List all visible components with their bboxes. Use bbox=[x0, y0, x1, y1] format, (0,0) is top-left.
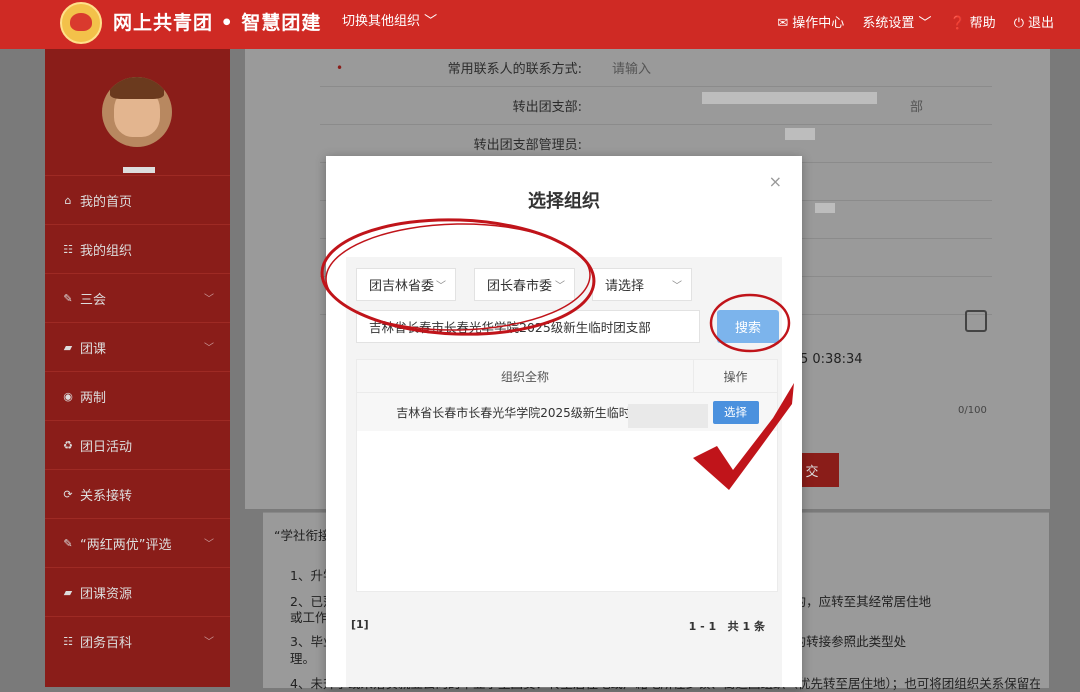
menu-help[interactable]: ❓ 帮助 bbox=[949, 12, 995, 31]
top-menu: ✉ 操作中心 系统设置 ﹀ ❓ 帮助 ⏻ 退出 bbox=[777, 12, 1054, 31]
chevron-down-icon: ﹀ bbox=[424, 14, 438, 29]
league-logo-icon bbox=[60, 2, 102, 44]
checkmark-icon bbox=[693, 383, 794, 490]
menu-label: 帮助 bbox=[969, 16, 996, 31]
highlight-circle-search bbox=[709, 293, 791, 353]
switch-org-dropdown[interactable]: 切换其他组织 ﹀ bbox=[342, 10, 437, 29]
annotation-overlay bbox=[320, 218, 794, 490]
menu-label: 系统设置 bbox=[862, 16, 915, 31]
chevron-down-icon: ﹀ bbox=[918, 16, 932, 31]
menu-logout[interactable]: ⏻ 退出 bbox=[1014, 12, 1054, 31]
menu-operation-center[interactable]: ✉ 操作中心 bbox=[777, 12, 844, 31]
power-icon: ⏻ bbox=[1013, 16, 1024, 31]
menu-label: 操作中心 bbox=[792, 16, 845, 31]
menu-system-settings[interactable]: 系统设置 ﹀ bbox=[862, 12, 931, 31]
highlight-circle-selects bbox=[320, 218, 596, 336]
switch-org-label: 切换其他组织 bbox=[342, 14, 421, 29]
app-title: 网上共青团 • 智慧团建 bbox=[113, 12, 322, 34]
help-icon: ❓ bbox=[949, 16, 966, 31]
highlight-circle-selects-inner bbox=[325, 223, 591, 331]
top-bar: 网上共青团 • 智慧团建 切换其他组织 ﹀ ✉ 操作中心 系统设置 ﹀ ❓ 帮助 ⏻… bbox=[0, 0, 1080, 49]
menu-label: 退出 bbox=[1027, 16, 1054, 31]
envelope-icon: ✉ bbox=[777, 16, 789, 31]
